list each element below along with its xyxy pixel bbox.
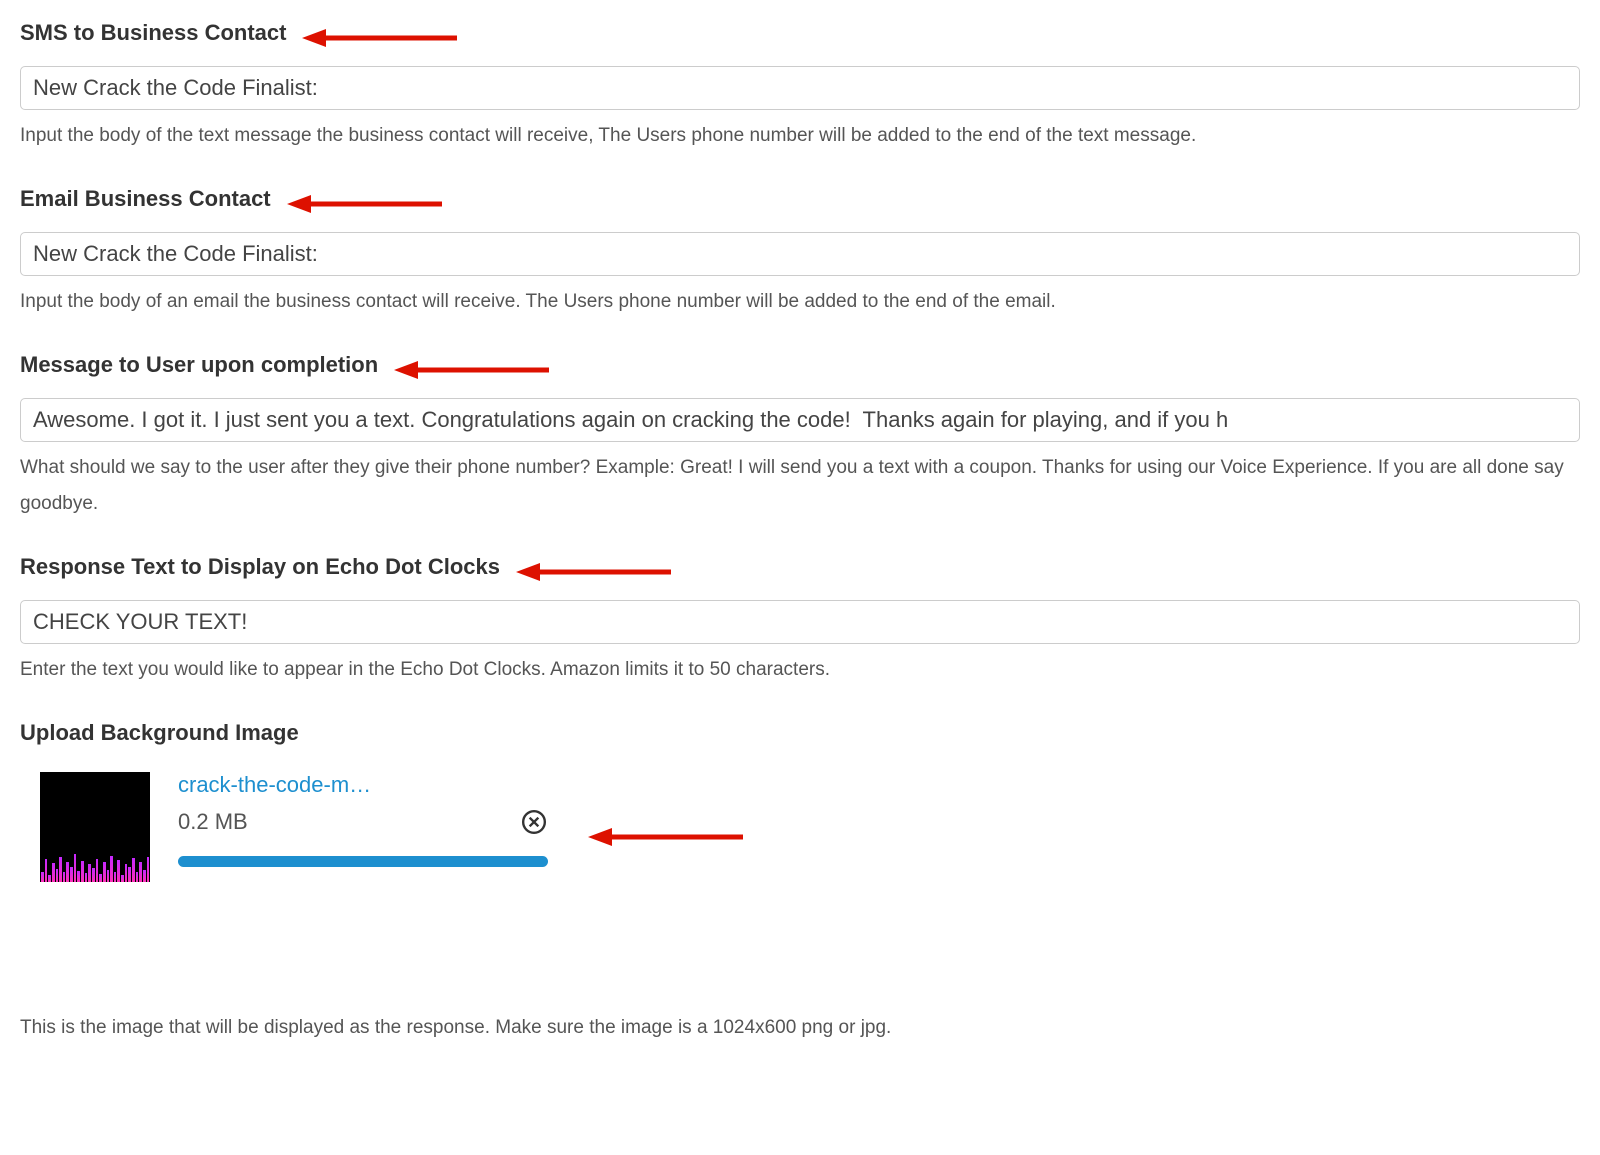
email-input[interactable] [20, 232, 1580, 276]
echo-dot-label-row: Response Text to Display on Echo Dot Clo… [20, 554, 1580, 590]
email-section: Email Business Contact Input the body of… [20, 186, 1580, 320]
annotation-arrow-icon [516, 559, 676, 585]
sms-input[interactable] [20, 66, 1580, 110]
email-help-text: Input the body of an email the business … [20, 284, 1580, 320]
close-circle-icon [521, 809, 547, 835]
upload-help-text: This is the image that will be displayed… [20, 1010, 1580, 1046]
sms-help-text: Input the body of the text message the b… [20, 118, 1580, 154]
thumbnail-waveform-icon [40, 846, 150, 882]
upload-label: Upload Background Image [20, 720, 299, 746]
upload-label-row: Upload Background Image [20, 720, 1580, 756]
echo-dot-input[interactable] [20, 600, 1580, 644]
annotation-arrow-icon [394, 357, 554, 383]
upload-details: crack-the-code-m… 0.2 MB [178, 772, 548, 867]
upload-progress-bar [178, 856, 548, 867]
upload-meta-row: 0.2 MB [178, 808, 548, 836]
upload-filename-link[interactable]: crack-the-code-m… [178, 772, 548, 798]
completion-help-text: What should we say to the user after the… [20, 450, 1580, 522]
upload-file-row: crack-the-code-m… 0.2 MB [20, 766, 1580, 882]
upload-file-size: 0.2 MB [178, 809, 248, 835]
completion-label-row: Message to User upon completion [20, 352, 1580, 388]
echo-dot-label: Response Text to Display on Echo Dot Clo… [20, 554, 500, 580]
echo-dot-section: Response Text to Display on Echo Dot Clo… [20, 554, 1580, 688]
upload-thumbnail[interactable] [40, 772, 150, 882]
sms-label-row: SMS to Business Contact [20, 20, 1580, 56]
completion-input[interactable] [20, 398, 1580, 442]
annotation-arrow-icon [287, 191, 447, 217]
sms-label: SMS to Business Contact [20, 20, 286, 46]
email-label: Email Business Contact [20, 186, 271, 212]
completion-section: Message to User upon completion What sho… [20, 352, 1580, 522]
annotation-arrow-icon [302, 25, 462, 51]
sms-section: SMS to Business Contact Input the body o… [20, 20, 1580, 154]
completion-label: Message to User upon completion [20, 352, 378, 378]
annotation-arrow-icon [588, 824, 748, 850]
remove-file-button[interactable] [520, 808, 548, 836]
email-label-row: Email Business Contact [20, 186, 1580, 222]
echo-dot-help-text: Enter the text you would like to appear … [20, 652, 1580, 688]
upload-section: Upload Background Image crack-the-code-m… [20, 720, 1580, 1046]
